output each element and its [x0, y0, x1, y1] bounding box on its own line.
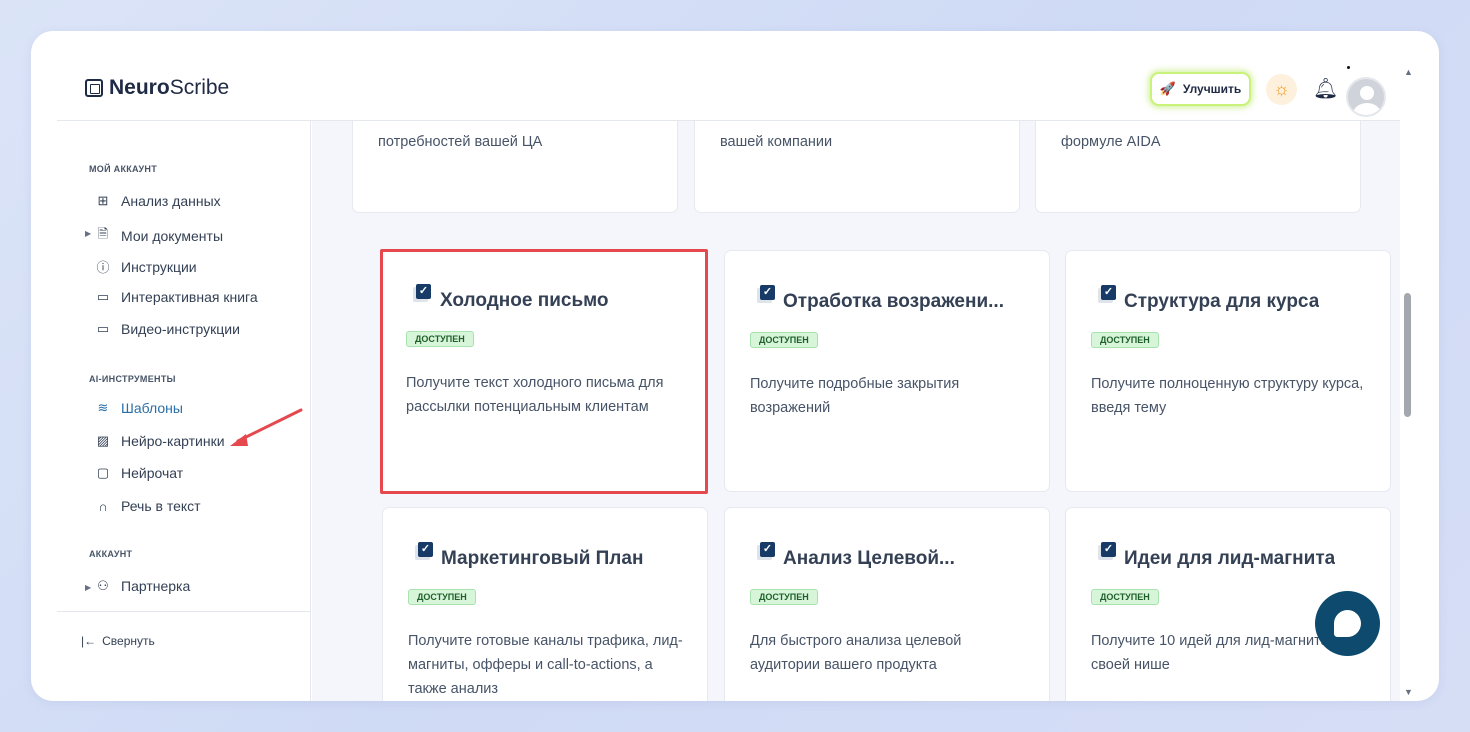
upgrade-label: Улучшить [1182, 82, 1242, 96]
template-card-cold-email[interactable]: ✓ Холодное письмо доступен Получите текс… [380, 249, 708, 494]
status-badge: доступен [406, 331, 474, 347]
card-description: Получите подробные закрытия возражений [750, 376, 960, 416]
sidebar-item-data-analysis[interactable]: ⊞ Анализ данных [95, 193, 221, 209]
book-icon: ▭ [96, 289, 110, 304]
card-title: Анализ Целевой... [783, 548, 955, 569]
card-description: Получите текст холодного письма для расс… [406, 375, 664, 415]
headphones-icon: ∩ [98, 498, 108, 514]
sidebar-item-interactive-book[interactable]: ▭ Интерактивная книга [95, 289, 258, 305]
sidebar-item-speech-to-text[interactable]: ∩ Речь в текст [95, 498, 200, 514]
card-title: Структура для курса [1124, 291, 1320, 312]
template-card-marketing-plan[interactable]: ✓ Маркетинговый План доступен Получите г… [382, 507, 708, 701]
sidebar-item-neuro-chat[interactable]: ▢ Нейрочат [95, 465, 183, 481]
collapse-sidebar-button[interactable]: |← Свернуть [81, 634, 155, 648]
image-icon: ▨ [96, 433, 110, 448]
template-card-course-structure[interactable]: ✓ Структура для курса доступен Получите … [1065, 250, 1391, 492]
status-badge: доступен [750, 589, 818, 605]
chevron-right-icon[interactable]: ▶ [85, 583, 91, 592]
template-card[interactable]: потребностей вашей ЦА [352, 121, 678, 213]
section-title-ai-tools: AI-ИНСТРУМЕНТЫ [89, 374, 176, 384]
chat-bubble-icon [1334, 610, 1361, 637]
video-icon: ▭ [96, 321, 110, 336]
sun-icon: ☼ [1273, 79, 1290, 99]
card-description: Получите готовые каналы трафика, лид-маг… [408, 633, 683, 697]
notification-dot [1347, 66, 1350, 69]
sidebar-item-neuro-images[interactable]: ▨ Нейро-картинки [95, 433, 225, 449]
card-title: Отработка возражени... [783, 291, 1004, 312]
upgrade-button[interactable]: 🚀 Улучшить [1150, 72, 1251, 106]
status-badge: доступен [750, 332, 818, 348]
document-icon: 🗎 [97, 226, 109, 241]
avatar[interactable] [1346, 77, 1386, 117]
sidebar-item-instructions[interactable]: ⓘ Инструкции [95, 257, 196, 276]
checkbox-icon: ✓ [1098, 285, 1116, 303]
chevron-right-icon[interactable]: ▶ [85, 229, 91, 238]
template-card[interactable]: вашей компании [694, 121, 1020, 213]
status-badge: доступен [1091, 332, 1159, 348]
logo-icon [85, 79, 103, 97]
card-description: формуле AIDA [1061, 134, 1161, 150]
section-title-account: АККАУНТ [89, 549, 133, 559]
checkbox-icon: ✓ [1098, 542, 1116, 560]
sidebar-item-video-instructions[interactable]: ▭ Видео-инструкции [95, 321, 240, 337]
status-badge: доступен [408, 589, 476, 605]
templates-grid: потребностей вашей ЦА вашей компании фор… [312, 121, 1400, 701]
card-title: Холодное письмо [440, 290, 609, 311]
page-scrollbar[interactable]: ▲ ▼ [1400, 61, 1416, 701]
card-title: Идеи для лид-магнита [1124, 548, 1336, 569]
bell-icon[interactable]: 🔔︎ [1313, 76, 1338, 101]
sidebar-item-my-documents[interactable]: 🗎 Мои документы [95, 225, 223, 247]
brand-name: NeuroScribe [109, 76, 230, 99]
card-title: Маркетинговый План [441, 548, 644, 569]
scroll-down-icon[interactable]: ▼ [1404, 687, 1413, 697]
chat-icon: ▢ [96, 465, 110, 480]
card-description: Для быстрого анализа целевой аудитории в… [750, 633, 962, 673]
card-description: вашей компании [720, 134, 833, 150]
grid-icon: ⊞ [97, 193, 109, 208]
layers-icon: ≋ [97, 400, 109, 415]
checkbox-icon: ✓ [413, 284, 431, 302]
collapse-icon: |← [81, 634, 97, 648]
support-chat-button[interactable] [1315, 591, 1380, 656]
checkbox-icon: ✓ [415, 542, 433, 560]
theme-toggle-button[interactable]: ☼ [1266, 74, 1297, 105]
card-description: потребностей вашей ЦА [378, 134, 543, 150]
help-circle-icon: ⓘ [96, 260, 110, 275]
rocket-icon: 🚀 [1159, 81, 1176, 96]
sidebar-item-templates[interactable]: ≋ Шаблоны [95, 400, 183, 416]
collapse-bar: |← Свернуть [57, 611, 311, 701]
status-badge: доступен [1091, 589, 1159, 605]
checkbox-icon: ✓ [757, 542, 775, 560]
sidebar-item-partner[interactable]: ⚇ Партнерка [95, 578, 190, 594]
brand-logo[interactable]: NeuroScribe [85, 76, 229, 100]
users-icon: ⚇ [97, 578, 109, 593]
annotation-arrow [230, 408, 303, 446]
template-card[interactable]: формуле AIDA [1035, 121, 1361, 213]
template-card-objections[interactable]: ✓ Отработка возражени... доступен Получи… [724, 250, 1050, 492]
app-window: NeuroScribe 🚀 Улучшить ☼ 🔔︎ МОЙ АККАУНТ … [31, 31, 1439, 701]
section-title-my-account: МОЙ АККАУНТ [89, 164, 158, 174]
checkbox-icon: ✓ [757, 285, 775, 303]
scrollbar-thumb[interactable] [1404, 293, 1411, 417]
scroll-up-icon[interactable]: ▲ [1404, 67, 1413, 77]
template-card-audience-analysis[interactable]: ✓ Анализ Целевой... доступен Для быстрог… [724, 507, 1050, 701]
top-header: NeuroScribe 🚀 Улучшить ☼ 🔔︎ [57, 31, 1400, 121]
card-description: Получите полноценную структуру курса, вв… [1091, 376, 1364, 416]
